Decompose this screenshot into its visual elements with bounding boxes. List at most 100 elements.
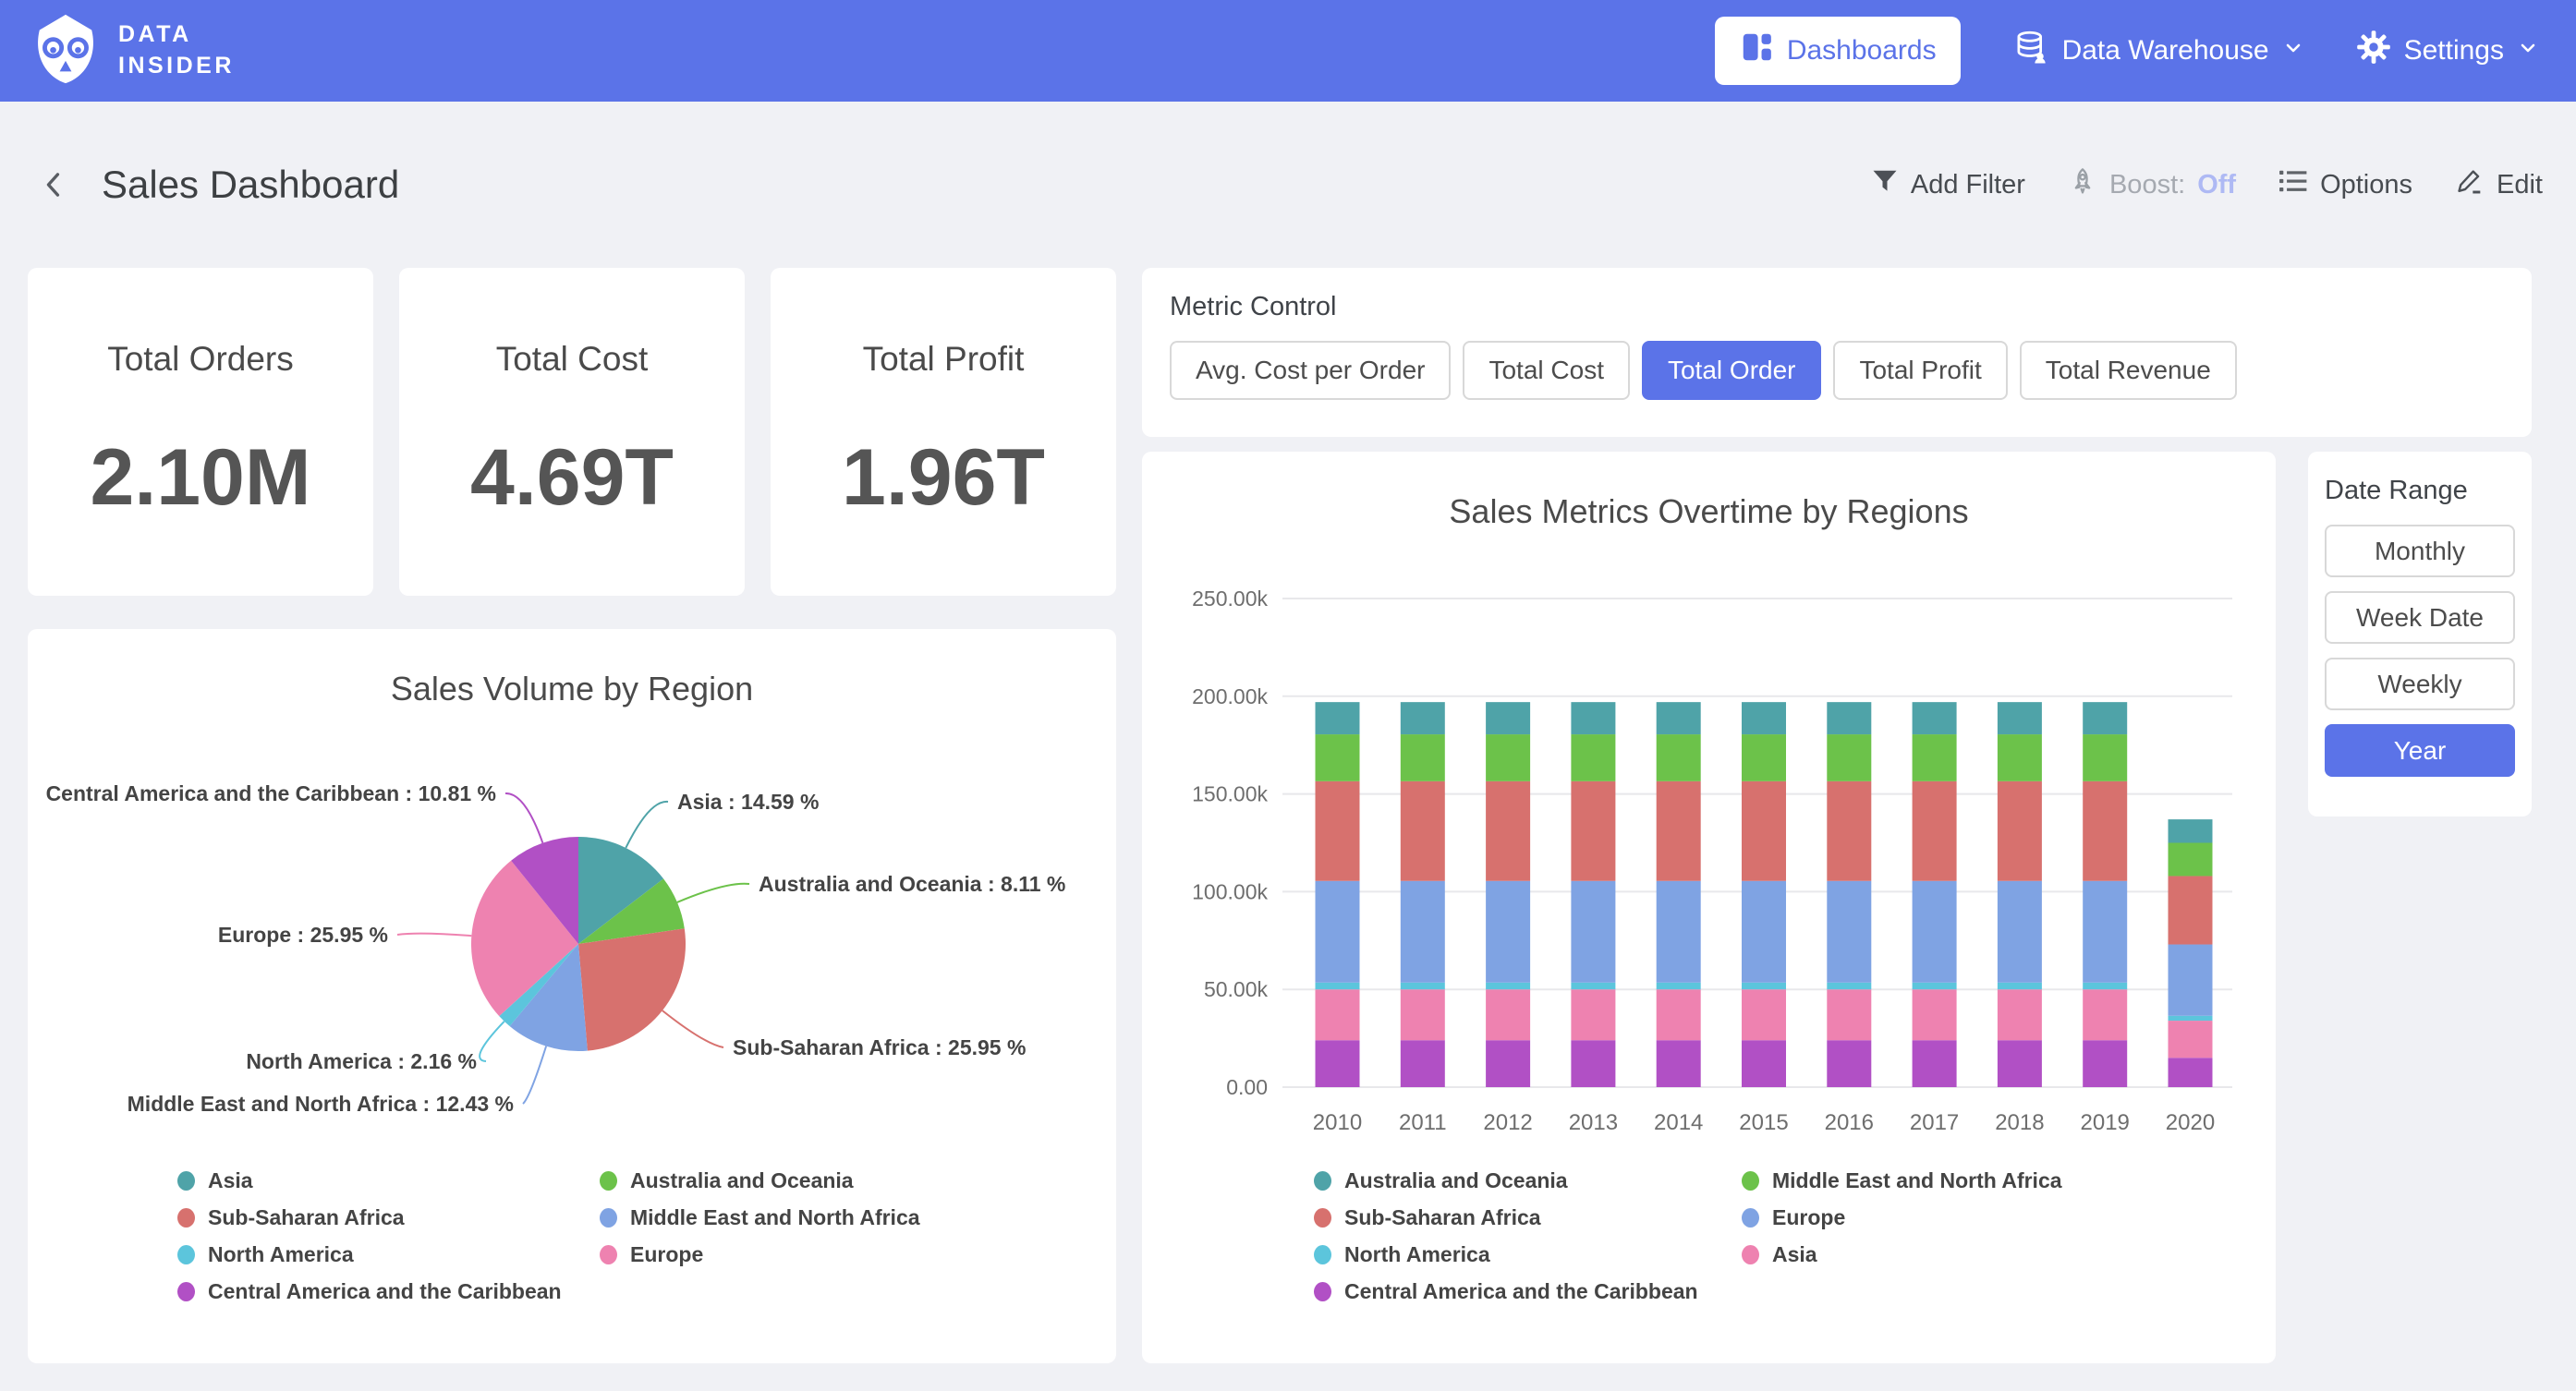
bar-segment-2018-north-america[interactable] — [1998, 983, 2042, 989]
bar-segment-2020-asia[interactable] — [2169, 1021, 2213, 1058]
bar-segment-2013-australia-and-oceania[interactable] — [1571, 702, 1615, 734]
bar-series[interactable] — [1316, 702, 2213, 1087]
legend-item-australia-and-oceania[interactable]: Australia and Oceania — [1314, 1170, 1698, 1191]
nav-settings[interactable]: /* teeth built in JS below */ Settings — [2356, 30, 2539, 72]
metric-button-total-revenue[interactable]: Total Revenue — [2020, 341, 2237, 400]
bar-segment-2014-north-america[interactable] — [1657, 983, 1701, 989]
bar-chart[interactable]: 0.0050.00k100.00k150.00k200.00k250.00k20… — [1142, 452, 2276, 1363]
metric-button-total-profit[interactable]: Total Profit — [1833, 341, 2007, 400]
metric-button-total-cost[interactable]: Total Cost — [1463, 341, 1630, 400]
bar-segment-2016-europe[interactable] — [1827, 881, 1871, 983]
bar-segment-2020-europe[interactable] — [2169, 945, 2213, 1016]
bar-segment-2011-asia[interactable] — [1401, 989, 1445, 1040]
bar-segment-2011-north-america[interactable] — [1401, 983, 1445, 989]
bar-segment-2010-central-america-and-the-caribbean[interactable] — [1316, 1040, 1360, 1087]
metric-button-total-order[interactable]: Total Order — [1642, 341, 1822, 400]
pie-slices[interactable] — [471, 837, 686, 1051]
date-range-button-weekly[interactable]: Weekly — [2325, 658, 2515, 710]
bar-segment-2013-asia[interactable] — [1571, 989, 1615, 1040]
pie-slice-sub-saharan-africa[interactable] — [578, 928, 686, 1050]
legend-item-asia[interactable]: Asia — [1742, 1244, 2062, 1265]
bar-segment-2012-north-america[interactable] — [1486, 983, 1530, 989]
bar-segment-2019-australia-and-oceania[interactable] — [2083, 702, 2127, 734]
bar-segment-2012-europe[interactable] — [1486, 881, 1530, 983]
bar-segment-2017-sub-saharan-africa[interactable] — [1913, 781, 1957, 881]
bar-segment-2020-sub-saharan-africa[interactable] — [2169, 876, 2213, 944]
bar-segment-2013-europe[interactable] — [1571, 881, 1615, 983]
bar-segment-2011-middle-east-and-north-africa[interactable] — [1401, 734, 1445, 781]
bar-segment-2010-north-america[interactable] — [1316, 983, 1360, 989]
bar-segment-2011-australia-and-oceania[interactable] — [1401, 702, 1445, 734]
bar-segment-2015-asia[interactable] — [1742, 989, 1786, 1040]
legend-item-middle-east-and-north-africa[interactable]: Middle East and North Africa — [600, 1207, 920, 1228]
bar-segment-2010-sub-saharan-africa[interactable] — [1316, 781, 1360, 881]
back-button[interactable] — [33, 164, 74, 205]
options-button[interactable]: Options — [2278, 168, 2412, 201]
bar-segment-2017-europe[interactable] — [1913, 881, 1957, 983]
bar-segment-2013-north-america[interactable] — [1571, 983, 1615, 989]
add-filter-button[interactable]: Add Filter — [1871, 167, 2025, 202]
boost-toggle[interactable]: Boost: Off — [2068, 166, 2236, 203]
bar-segment-2016-australia-and-oceania[interactable] — [1827, 702, 1871, 734]
bar-segment-2014-middle-east-and-north-africa[interactable] — [1657, 734, 1701, 781]
bar-segment-2010-australia-and-oceania[interactable] — [1316, 702, 1360, 734]
bar-segment-2020-australia-and-oceania[interactable] — [2169, 819, 2213, 842]
legend-item-middle-east-and-north-africa[interactable]: Middle East and North Africa — [1742, 1170, 2062, 1191]
bar-segment-2015-middle-east-and-north-africa[interactable] — [1742, 734, 1786, 781]
bar-segment-2016-central-america-and-the-caribbean[interactable] — [1827, 1040, 1871, 1087]
nav-data-warehouse[interactable]: Data Warehouse — [2012, 29, 2304, 73]
bar-segment-2016-sub-saharan-africa[interactable] — [1827, 781, 1871, 881]
legend-item-asia[interactable]: Asia — [177, 1170, 562, 1191]
bar-segment-2019-europe[interactable] — [2083, 881, 2127, 983]
bar-segment-2013-middle-east-and-north-africa[interactable] — [1571, 734, 1615, 781]
bar-segment-2020-middle-east-and-north-africa[interactable] — [2169, 843, 2213, 877]
legend-item-australia-and-oceania[interactable]: Australia and Oceania — [600, 1170, 920, 1191]
bar-segment-2017-central-america-and-the-caribbean[interactable] — [1913, 1040, 1957, 1087]
bar-segment-2012-australia-and-oceania[interactable] — [1486, 702, 1530, 734]
bar-segment-2019-sub-saharan-africa[interactable] — [2083, 781, 2127, 881]
bar-segment-2017-australia-and-oceania[interactable] — [1913, 702, 1957, 734]
bar-segment-2018-australia-and-oceania[interactable] — [1998, 702, 2042, 734]
legend-item-north-america[interactable]: North America — [177, 1244, 562, 1265]
bar-segment-2016-middle-east-and-north-africa[interactable] — [1827, 734, 1871, 781]
bar-segment-2014-asia[interactable] — [1657, 989, 1701, 1040]
legend-item-europe[interactable]: Europe — [600, 1244, 920, 1265]
bar-segment-2012-central-america-and-the-caribbean[interactable] — [1486, 1040, 1530, 1087]
bar-segment-2017-asia[interactable] — [1913, 989, 1957, 1040]
bar-segment-2012-sub-saharan-africa[interactable] — [1486, 781, 1530, 881]
bar-segment-2015-sub-saharan-africa[interactable] — [1742, 781, 1786, 881]
bar-segment-2015-europe[interactable] — [1742, 881, 1786, 983]
bar-segment-2018-sub-saharan-africa[interactable] — [1998, 781, 2042, 881]
nav-dashboards[interactable]: Dashboards — [1715, 17, 1961, 85]
bar-segment-2015-north-america[interactable] — [1742, 983, 1786, 989]
bar-segment-2014-europe[interactable] — [1657, 881, 1701, 983]
bar-segment-2012-middle-east-and-north-africa[interactable] — [1486, 734, 1530, 781]
bar-segment-2010-europe[interactable] — [1316, 881, 1360, 983]
bar-segment-2020-central-america-and-the-caribbean[interactable] — [2169, 1058, 2213, 1087]
legend-item-europe[interactable]: Europe — [1742, 1207, 2062, 1228]
bar-segment-2019-asia[interactable] — [2083, 989, 2127, 1040]
bar-segment-2018-middle-east-and-north-africa[interactable] — [1998, 734, 2042, 781]
legend-item-central-america-and-the-caribbean[interactable]: Central America and the Caribbean — [177, 1281, 562, 1302]
bar-segment-2014-central-america-and-the-caribbean[interactable] — [1657, 1040, 1701, 1087]
legend-item-north-america[interactable]: North America — [1314, 1244, 1698, 1265]
bar-segment-2016-asia[interactable] — [1827, 989, 1871, 1040]
bar-segment-2020-north-america[interactable] — [2169, 1016, 2213, 1021]
bar-segment-2012-asia[interactable] — [1486, 989, 1530, 1040]
bar-segment-2013-sub-saharan-africa[interactable] — [1571, 781, 1615, 881]
bar-segment-2014-sub-saharan-africa[interactable] — [1657, 781, 1701, 881]
bar-segment-2018-central-america-and-the-caribbean[interactable] — [1998, 1040, 2042, 1087]
legend-item-sub-saharan-africa[interactable]: Sub-Saharan Africa — [177, 1207, 562, 1228]
bar-segment-2010-asia[interactable] — [1316, 989, 1360, 1040]
bar-segment-2019-central-america-and-the-caribbean[interactable] — [2083, 1040, 2127, 1087]
bar-segment-2011-sub-saharan-africa[interactable] — [1401, 781, 1445, 881]
bar-segment-2018-europe[interactable] — [1998, 881, 2042, 983]
edit-button[interactable]: Edit — [2455, 166, 2543, 203]
legend-item-central-america-and-the-caribbean[interactable]: Central America and the Caribbean — [1314, 1281, 1698, 1302]
date-range-button-week-date[interactable]: Week Date — [2325, 591, 2515, 644]
bar-segment-2011-europe[interactable] — [1401, 881, 1445, 983]
legend-item-sub-saharan-africa[interactable]: Sub-Saharan Africa — [1314, 1207, 1698, 1228]
bar-segment-2019-north-america[interactable] — [2083, 983, 2127, 989]
bar-segment-2017-north-america[interactable] — [1913, 983, 1957, 989]
bar-segment-2019-middle-east-and-north-africa[interactable] — [2083, 734, 2127, 781]
